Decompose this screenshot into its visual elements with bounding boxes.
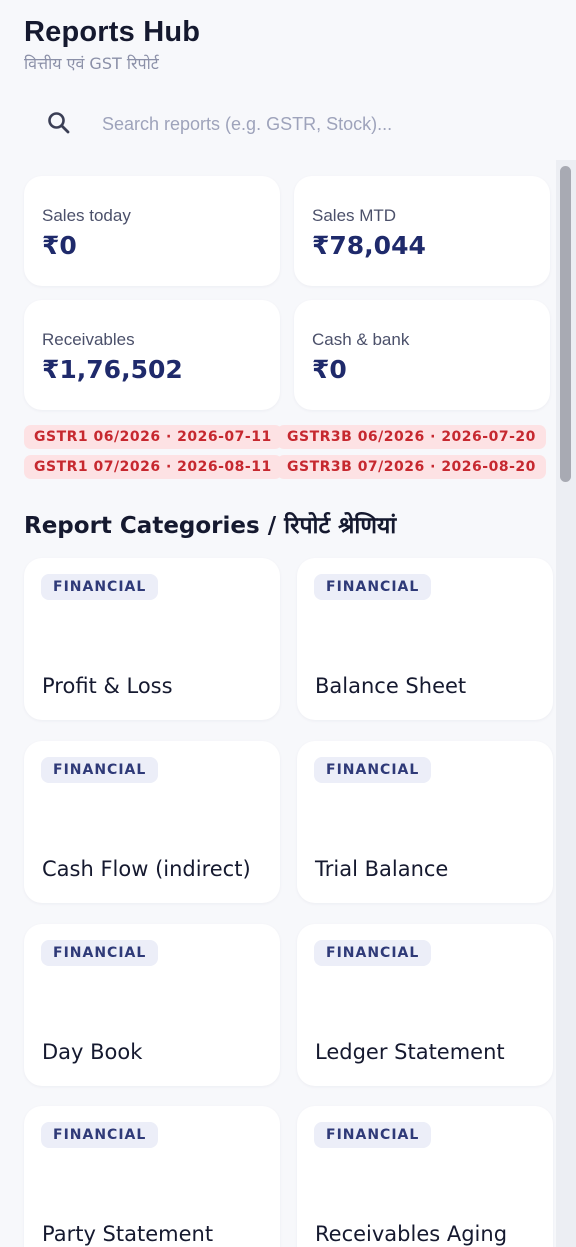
report-name: Ledger Statement [315,1040,505,1064]
category-badge: FINANCIAL [314,940,432,966]
report-name: Balance Sheet [315,674,467,698]
report-card-cash-flow[interactable]: FINANCIAL Cash Flow (indirect) [24,741,280,903]
category-badge: FINANCIAL [41,757,159,783]
report-card-trial-balance[interactable]: FINANCIAL Trial Balance [297,741,553,903]
category-badge: FINANCIAL [314,757,432,783]
stat-label: Cash & bank [312,330,410,349]
search-bar[interactable] [24,96,544,152]
reports-scroll-area[interactable]: Sales today ₹0 Sales MTD ₹78,044 Receiva… [0,160,576,1247]
report-name: Day Book [42,1040,143,1064]
stat-label: Sales MTD [312,206,397,225]
stat-value: ₹0 [42,231,77,260]
category-badge: FINANCIAL [314,1122,432,1148]
gst-due-badge: GSTR1 07/2026 · 2026-08-11 [24,455,282,479]
stat-card-cash-bank[interactable]: Cash & bank ₹0 [294,300,550,410]
report-card-day-book[interactable]: FINANCIAL Day Book [24,924,280,1086]
section-title: Report Categories / रिपोर्ट श्रेणियां [24,513,397,539]
stat-card-sales-mtd[interactable]: Sales MTD ₹78,044 [294,176,550,286]
report-name: Trial Balance [315,857,449,881]
report-card-balance-sheet[interactable]: FINANCIAL Balance Sheet [297,558,553,720]
report-name: Party Statement [42,1222,214,1246]
report-name: Receivables Aging [315,1222,508,1246]
category-badge: FINANCIAL [41,940,159,966]
category-badge: FINANCIAL [314,574,432,600]
gst-due-badge: GSTR1 06/2026 · 2026-07-11 [24,425,282,449]
stat-card-sales-today[interactable]: Sales today ₹0 [24,176,280,286]
stat-value: ₹78,044 [312,231,426,260]
stat-label: Receivables [42,330,135,349]
category-badge: FINANCIAL [41,574,159,600]
stat-value: ₹1,76,502 [42,355,183,384]
page-title: Reports Hub [24,16,201,48]
report-card-party-statement[interactable]: FINANCIAL Party Statement [24,1106,280,1247]
page-subtitle: वित्तीय एवं GST रिपोर्ट [24,54,159,73]
scrollbar-thumb[interactable] [560,166,571,482]
report-card-ledger-statement[interactable]: FINANCIAL Ledger Statement [297,924,553,1086]
gst-due-badge: GSTR3B 07/2026 · 2026-08-20 [277,455,546,479]
report-card-receivables-aging[interactable]: FINANCIAL Receivables Aging [297,1106,553,1247]
page-header: Reports Hub वित्तीय एवं GST रिपोर्ट [24,14,200,74]
scrollbar[interactable] [556,160,576,1247]
stat-value: ₹0 [312,355,347,384]
stat-card-receivables[interactable]: Receivables ₹1,76,502 [24,300,280,410]
report-name: Profit & Loss [42,674,173,698]
stat-label: Sales today [42,206,131,225]
report-name: Cash Flow (indirect) [42,857,251,881]
report-card-profit-loss[interactable]: FINANCIAL Profit & Loss [24,558,280,720]
search-input[interactable] [100,106,524,142]
category-badge: FINANCIAL [41,1122,159,1148]
gst-due-badge: GSTR3B 06/2026 · 2026-07-20 [277,425,546,449]
search-icon [46,110,72,136]
